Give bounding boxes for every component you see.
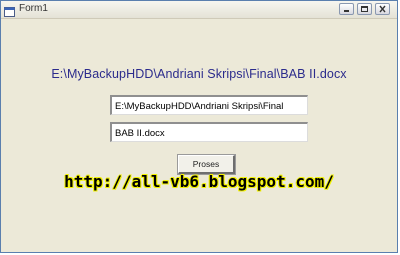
close-button[interactable]: [375, 3, 390, 15]
minimize-button[interactable]: [339, 3, 354, 15]
blog-url-watermark: http://all-vb6.blogspot.com/: [64, 172, 334, 191]
folder-path-textbox[interactable]: E:\MyBackupHDD\Andriani Skripsi\Final: [110, 95, 308, 115]
form1-window: Form1 E:\MyBackupHDD\Andriani Skripsi\Fi…: [0, 0, 398, 253]
full-path-label: E:\MyBackupHDD\Andriani Skripsi\Final\BA…: [51, 67, 347, 81]
form-client-area: E:\MyBackupHDD\Andriani Skripsi\Final\BA…: [1, 19, 397, 252]
title-bar[interactable]: Form1: [1, 1, 397, 19]
window-title: Form1: [19, 3, 48, 14]
maximize-button[interactable]: [357, 3, 372, 15]
file-name-textbox[interactable]: BAB II.docx: [110, 122, 308, 142]
form-window-icon: [4, 4, 15, 17]
